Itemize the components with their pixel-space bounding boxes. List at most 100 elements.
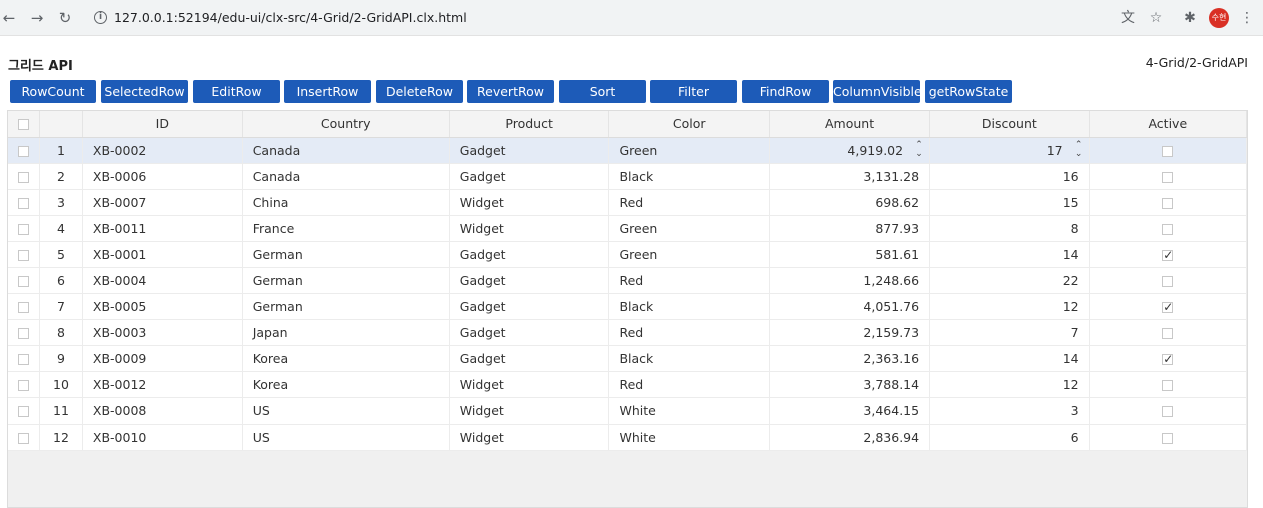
table-row[interactable]: 7 XB-0005 German Gadget Black 4,051.76 12 bbox=[8, 293, 1247, 321]
findrow-button[interactable]: FindRow bbox=[742, 80, 829, 103]
forward-icon[interactable]: → bbox=[28, 9, 46, 27]
row-select-cell[interactable] bbox=[8, 397, 40, 425]
address-bar[interactable]: i 127.0.0.1:52194/edu-ui/clx-src/4-Grid/… bbox=[84, 4, 1184, 32]
column-header-active[interactable]: Active bbox=[1089, 111, 1247, 138]
cell-discount[interactable]: 14 bbox=[929, 345, 1090, 373]
insertrow-button[interactable]: InsertRow bbox=[284, 80, 371, 103]
cell-active[interactable] bbox=[1089, 293, 1247, 321]
cell-product[interactable]: Gadget bbox=[449, 293, 610, 321]
row-number[interactable]: 5 bbox=[39, 241, 83, 268]
filter-button[interactable]: Filter bbox=[650, 80, 737, 103]
row-select-cell[interactable] bbox=[8, 371, 40, 399]
cell-active[interactable] bbox=[1089, 371, 1247, 399]
cell-id[interactable]: XB-0005 bbox=[82, 293, 243, 321]
cell-color[interactable]: Green bbox=[608, 241, 771, 268]
cell-amount[interactable]: 4,051.76 bbox=[769, 293, 931, 321]
column-header-amount[interactable]: Amount bbox=[769, 111, 931, 138]
cell-active[interactable] bbox=[1089, 267, 1247, 295]
reload-icon[interactable]: ↻ bbox=[56, 9, 74, 27]
revertrow-button[interactable]: RevertRow bbox=[467, 80, 554, 103]
row-number[interactable]: 4 bbox=[39, 215, 83, 242]
column-header-product[interactable]: Product bbox=[449, 111, 610, 138]
row-checkbox[interactable] bbox=[18, 145, 29, 157]
row-number[interactable]: 10 bbox=[39, 371, 83, 399]
active-checkbox[interactable] bbox=[1162, 352, 1173, 366]
cell-amount[interactable]: 1,248.66 bbox=[769, 267, 931, 295]
cell-active[interactable] bbox=[1089, 345, 1247, 373]
cell-id[interactable]: XB-0012 bbox=[82, 371, 243, 399]
table-row[interactable]: 12 XB-0010 US Widget White 2,836.94 6 bbox=[8, 424, 1247, 451]
cell-country[interactable]: China bbox=[242, 189, 450, 216]
cell-active[interactable] bbox=[1089, 189, 1247, 216]
cell-color[interactable]: Black bbox=[608, 345, 771, 373]
active-checkbox[interactable] bbox=[1162, 432, 1174, 444]
avatar[interactable]: 수현 bbox=[1209, 8, 1229, 28]
table-row[interactable]: 4 XB-0011 France Widget Green 877.93 8 bbox=[8, 215, 1247, 242]
cell-discount[interactable]: 15 bbox=[929, 189, 1090, 216]
cell-color[interactable]: Red bbox=[608, 319, 771, 347]
cell-country[interactable]: Korea bbox=[242, 345, 450, 373]
cell-active[interactable] bbox=[1089, 137, 1247, 164]
cell-amount[interactable]: 4,919.02 ⌃ ⌄ bbox=[769, 137, 931, 164]
cell-country[interactable]: German bbox=[242, 241, 450, 268]
cell-discount[interactable]: 6 bbox=[929, 424, 1090, 451]
getrowstate-button[interactable]: getRowState bbox=[925, 80, 1012, 103]
row-checkbox[interactable] bbox=[18, 380, 29, 392]
cell-country[interactable]: Canada bbox=[242, 137, 450, 164]
row-select-cell[interactable] bbox=[8, 241, 40, 268]
row-checkbox[interactable] bbox=[18, 328, 29, 340]
cell-color[interactable]: Black bbox=[608, 163, 771, 190]
header-select-all[interactable] bbox=[8, 111, 40, 138]
url-text[interactable]: 127.0.0.1:52194/edu-ui/clx-src/4-Grid/2-… bbox=[114, 10, 467, 25]
cell-id[interactable]: XB-0008 bbox=[82, 397, 243, 425]
editrow-button[interactable]: EditRow bbox=[193, 80, 280, 103]
star-icon[interactable]: ☆ bbox=[1147, 9, 1165, 27]
table-row[interactable]: 1 XB-0002 Canada Gadget Green 4,919.02 ⌃ ⌄ 17 ⌃ ⌄ bbox=[8, 137, 1247, 164]
cell-country[interactable]: German bbox=[242, 293, 450, 321]
cell-country[interactable]: Japan bbox=[242, 319, 450, 347]
cell-discount[interactable]: 7 bbox=[929, 319, 1090, 347]
cell-id[interactable]: XB-0009 bbox=[82, 345, 243, 373]
row-checkbox[interactable] bbox=[18, 302, 29, 314]
row-select-cell[interactable] bbox=[8, 293, 40, 321]
row-checkbox[interactable] bbox=[18, 171, 29, 183]
cell-discount[interactable]: 22 bbox=[929, 267, 1090, 295]
cell-id[interactable]: XB-0003 bbox=[82, 319, 243, 347]
cell-color[interactable]: Red bbox=[608, 267, 771, 295]
cell-color[interactable]: White bbox=[608, 424, 771, 451]
cell-product[interactable]: Widget bbox=[449, 189, 610, 216]
row-select-cell[interactable] bbox=[8, 163, 40, 190]
cell-id[interactable]: XB-0007 bbox=[82, 189, 243, 216]
cell-discount[interactable]: 17 ⌃ ⌄ bbox=[929, 137, 1090, 164]
cell-country[interactable]: Korea bbox=[242, 371, 450, 399]
back-icon[interactable]: ← bbox=[0, 9, 18, 27]
cell-product[interactable]: Widget bbox=[449, 215, 610, 242]
row-checkbox[interactable] bbox=[18, 406, 29, 418]
active-checkbox[interactable] bbox=[1162, 145, 1174, 157]
active-checkbox[interactable] bbox=[1162, 197, 1174, 209]
cell-color[interactable]: Green bbox=[608, 215, 771, 242]
selectedrow-button[interactable]: SelectedRow bbox=[101, 80, 188, 103]
row-select-cell[interactable] bbox=[8, 189, 40, 216]
cell-amount[interactable]: 877.93 bbox=[769, 215, 931, 242]
extensions-icon[interactable]: ✱ bbox=[1181, 9, 1199, 27]
row-select-cell[interactable] bbox=[8, 137, 40, 164]
cell-amount[interactable]: 3,788.14 bbox=[769, 371, 931, 399]
active-checkbox[interactable] bbox=[1162, 248, 1173, 262]
active-checkbox[interactable] bbox=[1162, 328, 1174, 340]
cell-discount[interactable]: 14 bbox=[929, 241, 1090, 268]
cell-id[interactable]: XB-0001 bbox=[82, 241, 243, 268]
cell-active[interactable] bbox=[1089, 241, 1247, 268]
cell-discount[interactable]: 3 bbox=[929, 397, 1090, 425]
active-checkbox[interactable] bbox=[1162, 171, 1174, 183]
rowcount-button[interactable]: RowCount bbox=[10, 80, 96, 103]
cell-amount[interactable]: 698.62 bbox=[769, 189, 931, 216]
cell-active[interactable] bbox=[1089, 424, 1247, 451]
cell-active[interactable] bbox=[1089, 163, 1247, 190]
row-number[interactable]: 12 bbox=[39, 424, 83, 451]
active-checkbox[interactable] bbox=[1162, 276, 1174, 288]
row-select-cell[interactable] bbox=[8, 424, 40, 451]
row-select-cell[interactable] bbox=[8, 319, 40, 347]
row-checkbox[interactable] bbox=[18, 432, 29, 444]
cell-color[interactable]: Red bbox=[608, 189, 771, 216]
